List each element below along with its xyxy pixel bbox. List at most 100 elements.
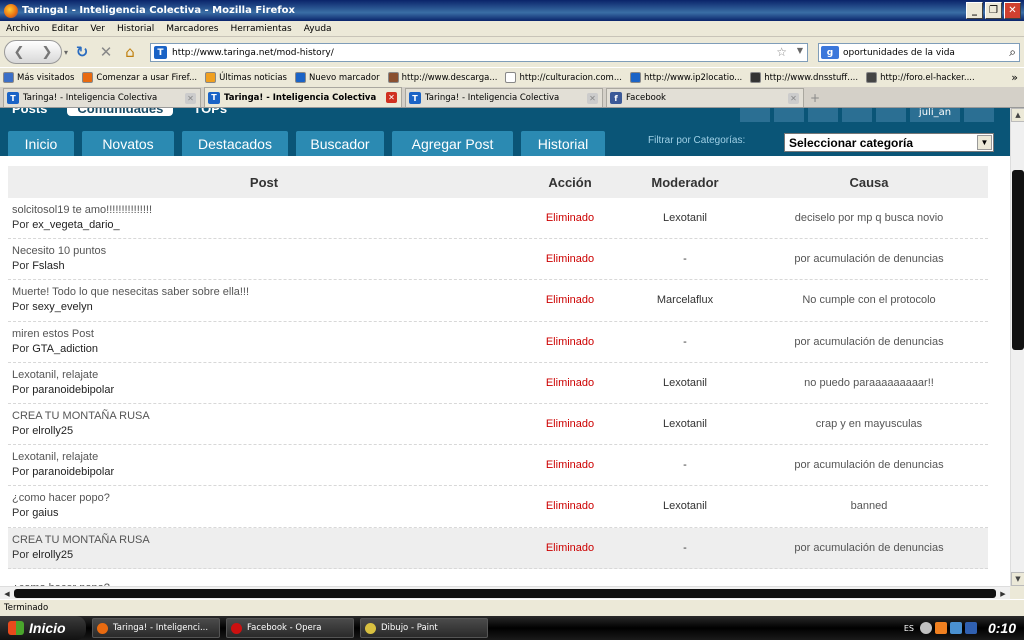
browser-tab[interactable]: T Taringa! - Inteligencia Colectiva ✕ bbox=[405, 88, 603, 107]
tab-close-icon[interactable]: ✕ bbox=[386, 92, 397, 103]
post-author-link[interactable]: elrolly25 bbox=[32, 425, 73, 437]
nav-agregar-post[interactable]: Agregar Post bbox=[392, 131, 513, 156]
bookmark-item[interactable]: http://www.ip2locatio... bbox=[629, 72, 742, 83]
chevron-down-icon[interactable]: ▼ bbox=[977, 135, 992, 150]
browser-tab[interactable]: T Taringa! - Inteligencia Colectiva ✕ bbox=[204, 87, 402, 107]
messages-icon[interactable] bbox=[808, 108, 838, 122]
taskbar-item[interactable]: Facebook - Opera bbox=[226, 618, 354, 638]
title-bar[interactable]: Taringa! - Inteligencia Colectiva - Mozi… bbox=[0, 0, 1024, 21]
post-title-link[interactable]: solcitosol19 te amo!!!!!!!!!!!!!!! bbox=[12, 203, 520, 218]
logout-icon[interactable] bbox=[964, 108, 994, 122]
menu-archivo[interactable]: Archivo bbox=[0, 24, 46, 34]
search-bar[interactable]: g oportunidades de la vida ⌕ bbox=[818, 43, 1020, 62]
bookmark-item[interactable]: Más visitados bbox=[3, 72, 74, 83]
menu-historial[interactable]: Historial bbox=[111, 24, 160, 34]
vertical-scrollbar[interactable]: ▲ ▼ bbox=[1010, 108, 1024, 586]
site-tab-tops[interactable]: TOPs bbox=[193, 108, 227, 116]
bookmark-item[interactable]: Nuevo marcador bbox=[294, 72, 380, 83]
bookmarks-overflow-icon[interactable]: » bbox=[1011, 71, 1018, 84]
monitor-icon[interactable] bbox=[740, 108, 770, 122]
back-media-icon[interactable] bbox=[919, 622, 932, 634]
tab-close-icon[interactable]: ✕ bbox=[185, 93, 196, 104]
post-author-link[interactable]: paranoidebipolar bbox=[32, 384, 114, 396]
bookmark-item[interactable]: http://www.dnsstuff.... bbox=[750, 72, 858, 83]
media-player-icon[interactable] bbox=[934, 622, 947, 634]
post-title-link[interactable]: Necesito 10 puntos bbox=[12, 244, 520, 259]
post-author-link[interactable]: ex_vegeta_dario_ bbox=[32, 219, 119, 231]
search-icon[interactable]: ⌕ bbox=[1009, 45, 1016, 60]
post-title-link[interactable]: CREA TU MONTAÑA RUSA bbox=[12, 533, 520, 548]
search-input[interactable]: oportunidades de la vida bbox=[843, 48, 955, 58]
post-author-link[interactable]: paranoidebipolar bbox=[32, 466, 114, 478]
browser-tab[interactable]: T Taringa! - Inteligencia Colectiva ✕ bbox=[3, 88, 201, 107]
bookmark-item[interactable]: Últimas noticias bbox=[205, 72, 287, 83]
history-dropdown-icon[interactable]: ▾ bbox=[64, 48, 68, 57]
category-select[interactable]: Seleccionar categoría ▼ bbox=[784, 133, 994, 152]
site-tab-posts[interactable]: Posts bbox=[12, 108, 47, 116]
post-title-link[interactable]: miren estos Post bbox=[12, 327, 520, 342]
home-icon[interactable]: ⌂ bbox=[120, 42, 140, 62]
mail-icon[interactable] bbox=[842, 108, 872, 122]
nav-inicio[interactable]: Inicio bbox=[8, 131, 74, 156]
scroll-up-arrow-icon[interactable]: ▲ bbox=[1011, 108, 1024, 122]
scroll-right-arrow-icon[interactable]: ▶ bbox=[997, 588, 1009, 599]
maximize-button[interactable]: ❐ bbox=[985, 2, 1002, 19]
site-tab-comunidades[interactable]: Comunidades bbox=[67, 108, 174, 116]
post-author-link[interactable]: GTA_adiction bbox=[32, 343, 98, 355]
post-title-link[interactable]: ¿como hacer popo? bbox=[12, 491, 520, 506]
minimize-button[interactable]: _ bbox=[966, 2, 983, 19]
menu-ver[interactable]: Ver bbox=[84, 24, 111, 34]
post-title-link[interactable]: CREA TU MONTAÑA RUSA bbox=[12, 409, 520, 424]
post-title-link[interactable]: Lexotanil, relajate bbox=[12, 368, 520, 383]
nav-novatos[interactable]: Novatos bbox=[82, 131, 174, 156]
menu-herramientas[interactable]: Herramientas bbox=[224, 24, 297, 34]
post-title-link[interactable]: Muerte! Todo lo que nesecitas saber sobr… bbox=[12, 285, 520, 300]
new-tab-button[interactable]: + bbox=[806, 89, 824, 107]
table-row: miren estos Post Por GTA_adiction Eliminad… bbox=[8, 322, 988, 363]
post-author-link[interactable]: elrolly25 bbox=[32, 549, 73, 561]
bookmark-item[interactable]: http://foro.el-hacker.... bbox=[866, 72, 975, 83]
google-search-engine-icon[interactable]: g bbox=[821, 46, 839, 59]
scroll-left-arrow-icon[interactable]: ◀ bbox=[1, 588, 13, 599]
bookmark-item[interactable]: http://culturacion.com... bbox=[505, 72, 622, 83]
menu-editar[interactable]: Editar bbox=[46, 24, 85, 34]
post-author-link[interactable]: Fslash bbox=[32, 260, 64, 272]
back-arrow-icon[interactable]: ❮ bbox=[14, 45, 25, 60]
vertical-scroll-thumb[interactable] bbox=[1012, 170, 1024, 350]
url-bar[interactable]: T http://www.taringa.net/mod-history/ ☆ … bbox=[150, 43, 808, 62]
taskbar-item[interactable]: Dibujo - Paint bbox=[360, 618, 488, 638]
tab-close-icon[interactable]: ✕ bbox=[788, 93, 799, 104]
bookmark-star-icon[interactable]: ☆ bbox=[776, 45, 787, 59]
nav-destacados[interactable]: Destacados bbox=[182, 131, 288, 156]
favorites-star-icon[interactable] bbox=[774, 108, 804, 122]
bookmark-item[interactable]: Comenzar a usar Firef... bbox=[82, 72, 197, 83]
nav-buscador[interactable]: Buscador bbox=[296, 131, 384, 156]
bookmark-item[interactable]: http://www.descarga... bbox=[387, 72, 497, 83]
clock[interactable]: 0:10 bbox=[988, 620, 1016, 636]
language-indicator[interactable]: ES bbox=[904, 624, 914, 633]
network-icon[interactable] bbox=[949, 622, 962, 634]
tab-close-icon[interactable]: ✕ bbox=[587, 93, 598, 104]
scroll-down-arrow-icon[interactable]: ▼ bbox=[1011, 572, 1024, 586]
url-dropdown-icon[interactable]: ▼ bbox=[797, 46, 803, 55]
menu-ayuda[interactable]: Ayuda bbox=[298, 24, 338, 34]
stop-icon[interactable]: ✕ bbox=[96, 42, 116, 62]
close-button[interactable]: ✕ bbox=[1004, 2, 1021, 19]
taskbar-item[interactable]: Taringa! - Inteligenci... bbox=[92, 618, 220, 638]
start-button[interactable]: Inicio bbox=[0, 616, 86, 640]
nav-historial[interactable]: Historial bbox=[521, 131, 605, 156]
horizontal-scroll-thumb[interactable] bbox=[14, 589, 996, 598]
post-title-link[interactable]: Lexotanil, relajate bbox=[12, 450, 520, 465]
browser-tab[interactable]: f Facebook ✕ bbox=[606, 88, 804, 107]
forward-arrow-icon[interactable]: ❯ bbox=[42, 45, 53, 60]
reload-icon[interactable]: ↻ bbox=[72, 42, 92, 62]
url-text[interactable]: http://www.taringa.net/mod-history/ bbox=[172, 48, 334, 58]
back-forward-buttons[interactable]: ❮ ❯ bbox=[4, 40, 62, 64]
speaker-icon[interactable] bbox=[964, 622, 977, 634]
horizontal-scrollbar[interactable]: ◀ ▶ bbox=[0, 586, 1010, 599]
post-author-link[interactable]: gaius bbox=[32, 507, 58, 519]
user-menu[interactable]: juli_an bbox=[910, 108, 960, 122]
menu-marcadores[interactable]: Marcadores bbox=[160, 24, 224, 34]
tools-icon[interactable] bbox=[876, 108, 906, 122]
post-author-link[interactable]: sexy_evelyn bbox=[32, 301, 93, 313]
